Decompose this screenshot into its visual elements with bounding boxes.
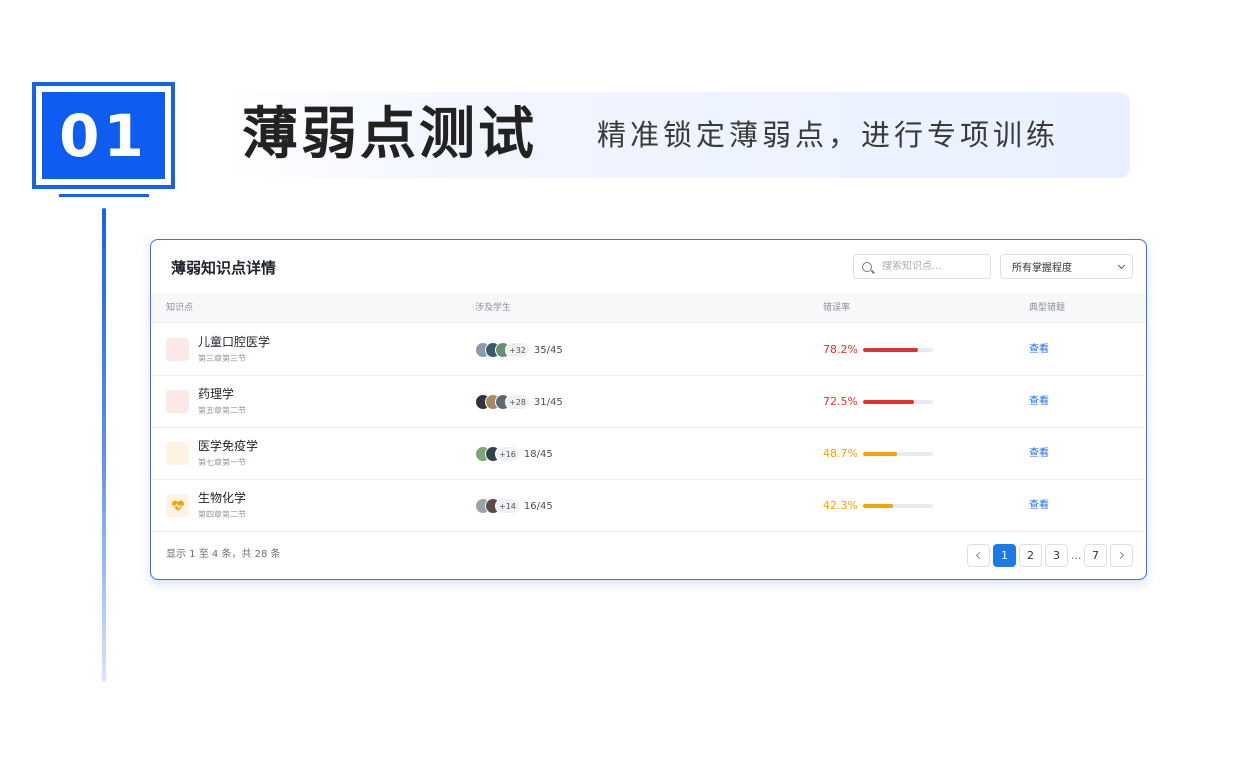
view-typical-errors-link[interactable]: 查看 xyxy=(1029,499,1049,513)
students-ratio: 31/45 xyxy=(533,396,563,408)
prev-page-button[interactable] xyxy=(967,544,990,567)
table-row: 儿童口腔医学 第三章第三节 +32 35/45 78.2% 查看 xyxy=(151,324,1146,376)
page-title: 薄弱点测试 xyxy=(242,102,537,167)
knowledge-point-chapter: 第四章第二节 xyxy=(198,510,246,519)
badge-underline xyxy=(59,194,149,197)
page-subtitle: 精准锁定薄弱点，进行专项训练 xyxy=(597,118,1060,152)
knowledge-point-chapter: 第五章第二节 xyxy=(198,406,246,415)
error-rate-value: 78.2% xyxy=(823,343,858,356)
student-avatars[interactable]: +28 31/45 xyxy=(475,393,563,411)
view-typical-errors-link[interactable]: 查看 xyxy=(1029,395,1049,409)
error-rate-bar-fill xyxy=(863,452,898,456)
timeline-line xyxy=(102,208,106,682)
knowledge-point-icon xyxy=(166,494,189,517)
next-page-button[interactable] xyxy=(1110,544,1133,567)
error-rate-value: 42.3% xyxy=(823,499,858,512)
knowledge-point-name: 药理学 xyxy=(198,387,235,401)
knowledge-point-chapter: 第三章第三节 xyxy=(198,354,246,363)
search-icon xyxy=(862,261,872,272)
student-avatars[interactable]: +14 16/45 xyxy=(475,497,553,515)
page-button-3[interactable]: 3 xyxy=(1045,544,1068,567)
col-header-error-rate: 错误率 xyxy=(823,303,851,313)
error-rate-bar xyxy=(863,400,933,404)
error-rate-value: 72.5% xyxy=(823,395,858,408)
knowledge-point-name: 生物化学 xyxy=(198,491,247,505)
knowledge-point-icon xyxy=(166,338,189,361)
view-typical-errors-link[interactable]: 查看 xyxy=(1029,343,1049,357)
error-rate-bar xyxy=(863,452,933,456)
view-typical-errors-link[interactable]: 查看 xyxy=(1029,447,1049,461)
error-rate-value: 48.7% xyxy=(823,447,858,460)
mastery-filter-select[interactable]: 所有掌握程度 xyxy=(1000,254,1133,279)
page-button-2[interactable]: 2 xyxy=(1019,544,1042,567)
error-rate-bar xyxy=(863,348,933,352)
error-rate-bar-fill xyxy=(863,400,914,404)
error-rate-bar-fill xyxy=(863,348,918,352)
section-number-badge: 01 xyxy=(32,82,175,189)
page-button-last[interactable]: 7 xyxy=(1084,544,1107,567)
col-header-knowledge-point: 知识点 xyxy=(166,303,194,313)
students-ratio: 18/45 xyxy=(523,448,553,460)
pagination: 1 2 3 ... 7 xyxy=(967,544,1136,567)
chevron-right-icon xyxy=(1116,551,1125,560)
more-students-badge: +14 xyxy=(495,498,520,514)
student-avatars[interactable]: +16 18/45 xyxy=(475,445,553,463)
section-number: 01 xyxy=(59,101,148,170)
more-students-badge: +32 xyxy=(505,342,530,358)
chevron-down-icon xyxy=(1117,261,1126,269)
knowledge-point-name: 医学免疫学 xyxy=(198,439,259,453)
table-header: 知识点 涉及学生 错误率 典型错题 xyxy=(151,293,1146,323)
more-students-badge: +16 xyxy=(495,446,520,462)
more-students-badge: +28 xyxy=(505,394,530,410)
table-row: 生物化学 第四章第二节 +14 16/45 42.3% 查看 xyxy=(151,480,1146,532)
card-title: 薄弱知识点详情 xyxy=(171,259,277,277)
error-rate-bar xyxy=(863,504,933,508)
table-row: 药理学 第五章第二节 +28 31/45 72.5% 查看 xyxy=(151,376,1146,428)
heartbeat-icon xyxy=(171,500,184,511)
knowledge-point-chapter: 第七章第一节 xyxy=(198,458,246,467)
student-avatars[interactable]: +32 35/45 xyxy=(475,341,563,359)
section-number-fill: 01 xyxy=(42,92,165,179)
weak-points-card: 薄弱知识点详情 所有掌握程度 知识点 涉及学生 错误率 典型错题 儿童口腔医学 … xyxy=(150,239,1147,580)
table-row: 医学免疫学 第七章第一节 +16 18/45 48.7% 查看 xyxy=(151,428,1146,480)
page-button-1[interactable]: 1 xyxy=(993,544,1016,567)
search-box[interactable] xyxy=(853,254,991,279)
knowledge-point-icon xyxy=(166,390,189,413)
error-rate-bar-fill xyxy=(863,504,893,508)
col-header-typical-errors: 典型错题 xyxy=(1029,303,1066,313)
col-header-students: 涉及学生 xyxy=(475,303,512,313)
pagination-summary: 显示 1 至 4 条，共 28 条 xyxy=(166,549,281,560)
pagination-ellipsis: ... xyxy=(1071,549,1082,562)
chevron-left-icon xyxy=(975,551,984,560)
search-input[interactable] xyxy=(882,261,977,272)
students-ratio: 35/45 xyxy=(533,344,563,356)
mastery-filter-value: 所有掌握程度 xyxy=(1012,263,1072,274)
students-ratio: 16/45 xyxy=(523,500,553,512)
knowledge-point-icon xyxy=(166,442,189,465)
knowledge-point-name: 儿童口腔医学 xyxy=(198,335,271,349)
